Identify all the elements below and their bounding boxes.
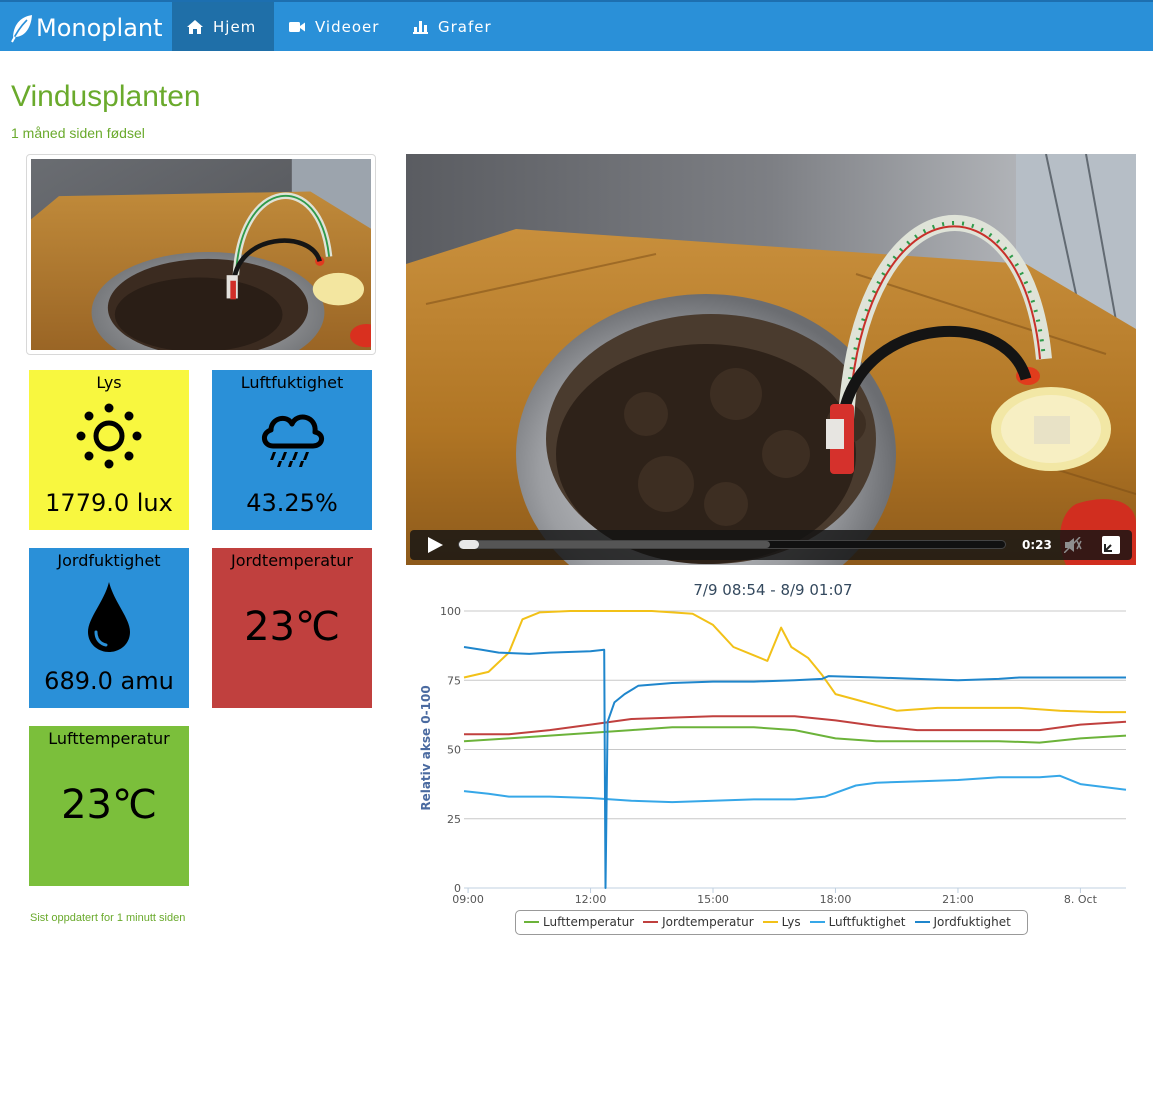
chart-legend: Lufttemperatur Jordtemperatur Lys Luftfukti…: [515, 910, 1028, 935]
legend-item-lufttemperatur[interactable]: Lufttemperatur: [524, 915, 634, 929]
sensor-chart: 7/9 08:54 - 8/9 01:07 Relativ akse 0-100…: [406, 574, 1136, 944]
x-tick-label: 12:00: [575, 893, 607, 906]
legend-item-luftfuktighet[interactable]: Luftfuktighet: [809, 915, 906, 929]
sensor-label-lufttemperatur: Lufttemperatur: [48, 729, 170, 748]
legend-swatch: [524, 921, 539, 923]
nav-label-videoer: Videoer: [315, 17, 380, 36]
video-player[interactable]: 0:23: [406, 154, 1136, 565]
x-tick-label: 09:00: [452, 893, 484, 906]
chart-ylabel: Relativ akse 0-100: [419, 685, 433, 810]
video-camera-icon: [289, 21, 305, 32]
nav-item-videoer[interactable]: Videoer: [289, 2, 399, 51]
nav-label-hjem: Hjem: [213, 17, 257, 36]
series-line-jordfuktighet: [463, 646, 1126, 889]
nav-item-hjem[interactable]: Hjem: [172, 2, 274, 51]
legend-item-lys[interactable]: Lys: [762, 915, 801, 929]
sensor-tile-jordfuktighet: Jordfuktighet 689.0 amu: [29, 548, 189, 708]
sensor-label-lys: Lys: [96, 373, 122, 392]
y-tick-label: 100: [440, 605, 461, 618]
sensor-value-lys: 1779.0 lux: [45, 489, 173, 517]
legend-label: Jordtemperatur: [662, 915, 754, 929]
sensor-value-jordfuktighet: 689.0 amu: [44, 667, 174, 695]
sensor-label-jordtemperatur: Jordtemperatur: [230, 551, 354, 570]
fullscreen-icon[interactable]: [1102, 536, 1120, 554]
legend-label: Lys: [781, 915, 801, 929]
video-progress-track[interactable]: [458, 540, 1006, 549]
sensor-tile-luftfuktighet: Luftfuktighet 43.25%: [212, 370, 372, 530]
home-icon: [187, 19, 203, 34]
legend-swatch: [914, 921, 930, 923]
sensor-value-jordtemperatur: 23℃: [244, 604, 340, 650]
legend-label: Jordfuktighet: [933, 915, 1011, 929]
video-controls: 0:23: [410, 530, 1132, 560]
video-progress-handle[interactable]: [459, 540, 479, 549]
leaf-logo-icon: [11, 15, 32, 43]
plant-name-title: Vindusplanten: [11, 80, 201, 113]
x-tick-label: 21:00: [942, 893, 974, 906]
sensor-value-luftfuktighet: 43.25%: [246, 489, 338, 517]
sensor-label-luftfuktighet: Luftfuktighet: [240, 373, 344, 392]
y-tick-label: 75: [447, 674, 461, 687]
legend-swatch: [762, 921, 778, 923]
series-line-jordtemperatur: [464, 715, 1127, 736]
x-tick-label: 8. Oct: [1064, 893, 1098, 906]
sun-icon: [76, 403, 142, 469]
plant-age: 1 måned siden fødsel: [11, 125, 145, 141]
x-tick-label: 18:00: [820, 893, 852, 906]
last-updated-text: Sist oppdatert for 1 minutt siden: [30, 912, 186, 924]
nav-item-grafer[interactable]: Grafer: [413, 2, 513, 51]
legend-label: Luftfuktighet: [828, 915, 906, 929]
plant-photo: [31, 159, 371, 350]
legend-swatch: [643, 921, 659, 923]
sensor-value-lufttemperatur: 23℃: [61, 782, 157, 828]
legend-item-jordfuktighet[interactable]: Jordfuktighet: [914, 915, 1011, 929]
rain-cloud-icon: [262, 414, 324, 467]
legend-item-jordtemperatur[interactable]: Jordtemperatur: [643, 915, 754, 929]
series-line-lys: [463, 610, 1126, 714]
video-time: 0:23: [1022, 538, 1052, 552]
x-tick-label: 15:00: [697, 893, 729, 906]
chart-title: 7/9 08:54 - 8/9 01:07: [693, 581, 852, 599]
y-tick-label: 25: [447, 813, 461, 826]
y-tick-label: 50: [447, 744, 461, 757]
bar-chart-icon: [413, 20, 428, 34]
video-buffered-bar: [459, 541, 771, 548]
top-navbar: Monoplant Hjem Videoer Grafer: [0, 0, 1153, 51]
brand-link[interactable]: Monoplant: [10, 11, 163, 45]
video-frame: [406, 154, 1136, 565]
plant-thumbnail[interactable]: [26, 154, 376, 355]
legend-swatch: [809, 921, 825, 923]
sensor-tile-lys: Lys 1779.0 lux: [29, 370, 189, 530]
chart-svg: 7/9 08:54 - 8/9 01:07 Relativ akse 0-100…: [419, 581, 1127, 906]
brand-name: Monoplant: [36, 14, 163, 42]
sensor-tile-lufttemperatur: Lufttemperatur 23℃: [29, 726, 189, 886]
sensor-label-jordfuktighet: Jordfuktighet: [57, 551, 161, 570]
legend-label: Lufttemperatur: [543, 915, 635, 929]
sensor-tile-jordtemperatur: Jordtemperatur 23℃: [212, 548, 372, 708]
nav-label-grafer: Grafer: [438, 17, 492, 36]
play-icon[interactable]: [426, 536, 444, 554]
water-drop-icon: [88, 582, 130, 652]
series-line-luftfuktighet: [463, 774, 1127, 804]
mute-icon[interactable]: [1064, 537, 1082, 553]
